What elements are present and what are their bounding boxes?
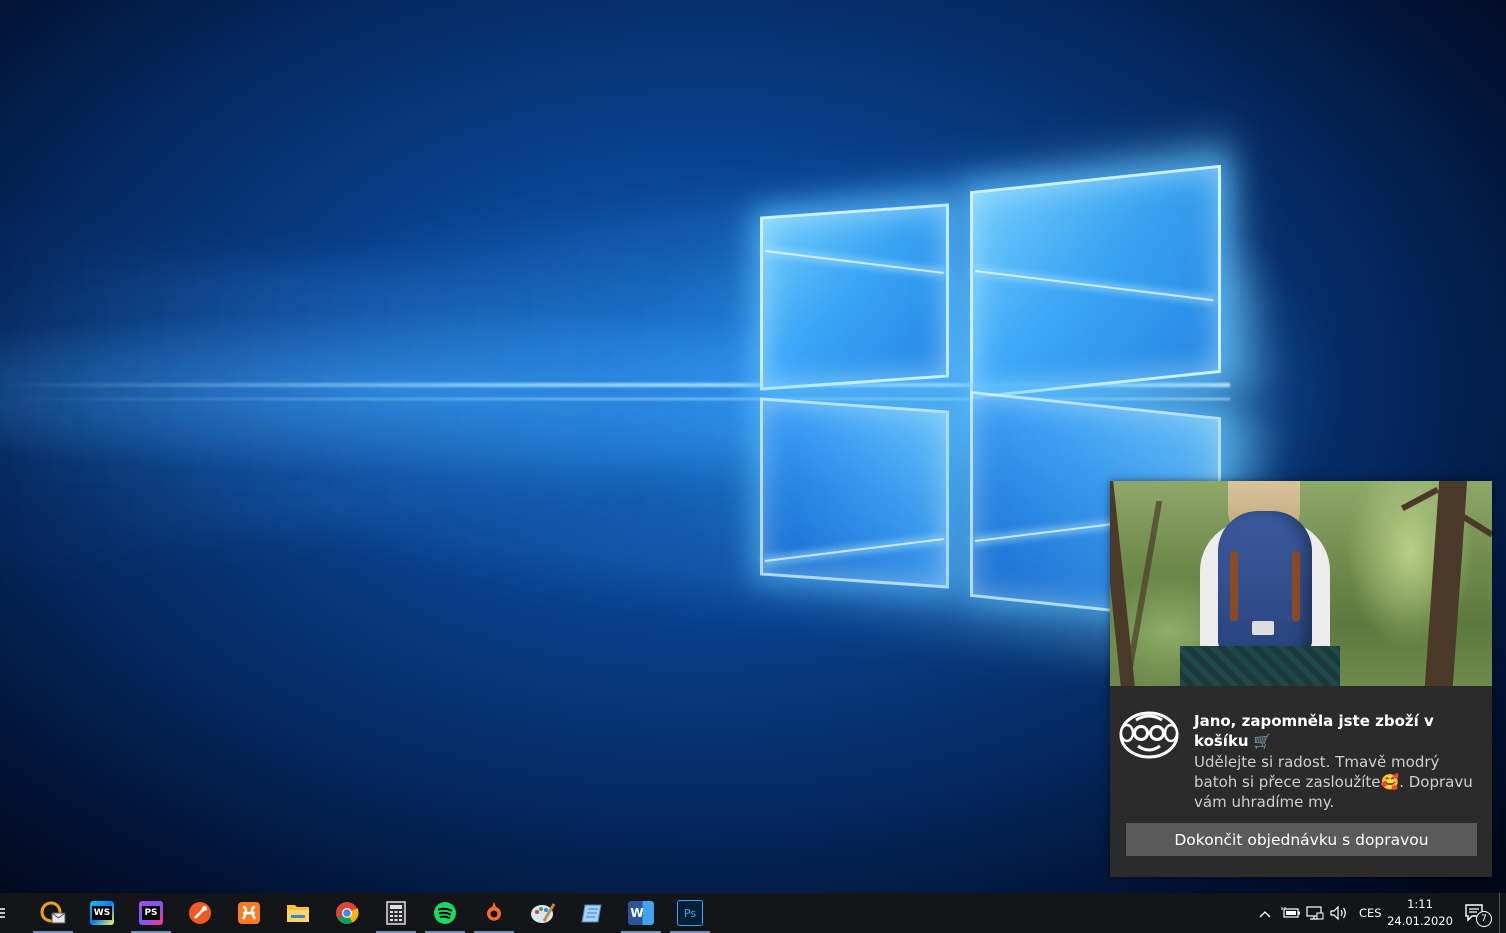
hero-image [1110,481,1492,686]
cart-emoji: 🛒 [1253,734,1272,750]
notification-icon: 7 [1464,903,1492,927]
taskbar: WS PS W Ps CES 1:11 24.01.2020 7 [0,893,1506,933]
show-desktop-button[interactable] [1499,893,1506,933]
notification-count-badge: 7 [1476,911,1492,927]
notepad-icon[interactable] [568,893,616,933]
show-hidden-icons-button[interactable] [1258,893,1272,933]
calculator-icon[interactable] [372,893,420,933]
volume-icon[interactable] [1329,893,1349,933]
complete-order-button[interactable]: Dokončit objednávku s dopravou [1126,823,1477,856]
clock-date: 24.01.2020 [1387,914,1453,928]
monkey-logo-icon [1118,708,1180,760]
origin-icon[interactable] [470,893,518,933]
clock-time: 1:11 [1407,897,1433,911]
task-view-icon[interactable] [0,893,14,933]
clock[interactable]: 1:11 24.01.2020 [1384,893,1456,933]
paint-icon[interactable] [519,893,567,933]
network-icon[interactable] [1305,893,1325,933]
file-explorer-icon[interactable] [274,893,322,933]
chrome-icon[interactable] [323,893,371,933]
power-icon[interactable] [1281,893,1301,933]
word-icon[interactable]: W [617,893,665,933]
action-center-button[interactable]: 7 [1458,893,1492,933]
phpstorm-icon[interactable]: PS [127,893,175,933]
webstorm-icon[interactable]: WS [78,893,126,933]
postman-icon[interactable] [176,893,224,933]
spotify-icon[interactable] [421,893,469,933]
language-indicator[interactable]: CES [1359,893,1382,933]
chevron-up-icon [1258,904,1272,923]
toast-notification[interactable]: Jano, zapomněla jste zboží v košíku 🛒 Ud… [1110,481,1492,877]
xampp-icon[interactable] [225,893,273,933]
smiling-face-emoji: 🥰 [1380,773,1400,791]
photoshop-icon[interactable]: Ps [666,893,714,933]
toast-message: Udělejte si radost. Tmavě modrý batoh si… [1194,753,1473,811]
mail-client-icon[interactable] [29,893,77,933]
toast-title: Jano, zapomněla jste zboží v košíku 🛒 [1194,712,1434,750]
